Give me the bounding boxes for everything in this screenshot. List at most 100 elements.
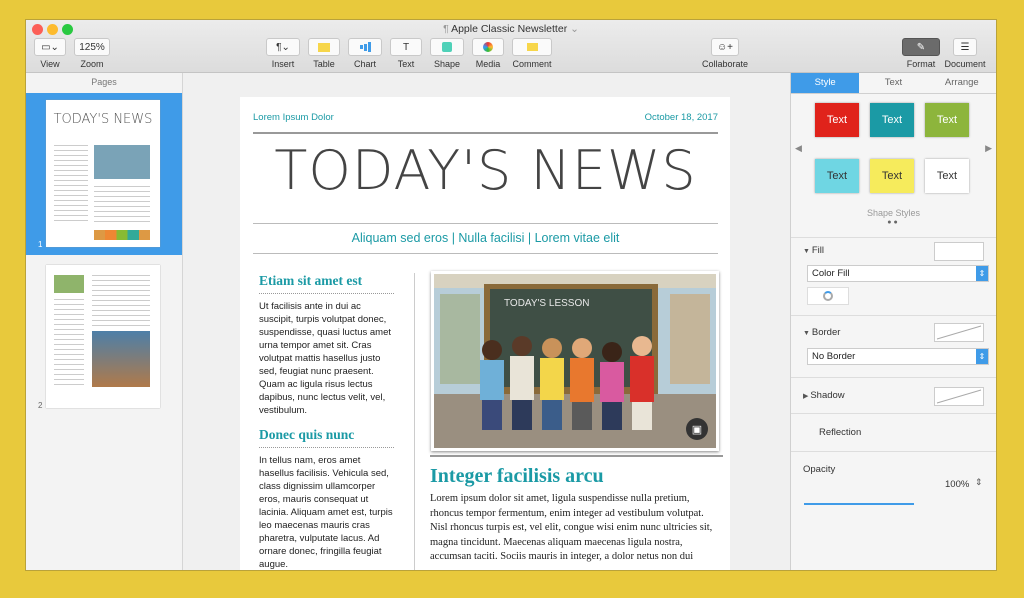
thumb-text-lines [94, 186, 150, 226]
dotted-rule [259, 447, 394, 448]
section-body[interactable]: Ut facilisis ante in dui ac suscipit, tu… [259, 300, 394, 417]
format-button[interactable]: ✎ Format [902, 38, 940, 69]
classroom-photo[interactable]: TODAY'S LESSON ▣ [431, 271, 719, 451]
chevron-left-icon[interactable]: ◀ [795, 143, 802, 154]
fill-disclosure[interactable]: ▼ Fill [803, 245, 824, 256]
collaborate-button[interactable]: ☺+ Collaborate [702, 38, 748, 69]
feature-heading[interactable]: Integer facilisis arcu [430, 455, 723, 488]
header-left-text[interactable]: Lorem Ipsum Dolor [253, 112, 334, 123]
thumb-photo [94, 145, 150, 179]
right-column[interactable]: Integer facilisis arcu Lorem ipsum dolor… [430, 453, 723, 565]
color-wheel-icon [823, 291, 833, 301]
thumb-text-lines [92, 275, 150, 327]
tab-text[interactable]: Text [859, 73, 927, 93]
divider [791, 377, 996, 378]
document-canvas[interactable]: Lorem Ipsum Dolor October 18, 2017 TODAY… [183, 73, 790, 570]
shape-button[interactable]: Shape [430, 38, 464, 69]
left-column[interactable]: Etiam sit amet est Ut facilisis ante in … [259, 273, 394, 570]
divider [791, 315, 996, 316]
thumb-photo [54, 275, 84, 293]
section-heading[interactable]: Donec quis nunc [259, 427, 394, 443]
document-page[interactable]: Lorem Ipsum Dolor October 18, 2017 TODAY… [240, 97, 730, 570]
paintbrush-icon: ✎ [902, 38, 940, 56]
tab-style[interactable]: Style [791, 73, 860, 93]
inspector-tabs: Style Text Arrange [791, 73, 996, 94]
sidebar-icon: ▭⌄ [34, 38, 66, 56]
chart-icon [348, 38, 382, 56]
comment-button[interactable]: Comment [512, 38, 552, 69]
no-border-slash-icon [936, 325, 982, 340]
shape-style-swatch[interactable]: Text [870, 103, 914, 137]
header-rule [253, 132, 718, 134]
feature-body[interactable]: Lorem ipsum dolor sit amet, ligula suspe… [430, 492, 723, 565]
shape-style-swatch[interactable]: Text [815, 103, 859, 137]
thumb-text-lines [54, 299, 84, 389]
collaborate-icon: ☺+ [711, 38, 739, 56]
insert-button[interactable]: ¶⌄ Insert [266, 38, 300, 69]
page-thumbnail-2[interactable] [46, 265, 160, 408]
reflection-checkbox-label[interactable]: Reflection [819, 427, 861, 438]
shape-icon [430, 38, 464, 56]
fill-type-dropdown[interactable]: Color Fill ⇕ [807, 265, 989, 282]
triangle-down-icon: ▼ [803, 330, 812, 337]
pagination-dots[interactable]: ●● [791, 219, 996, 226]
chevron-right-icon[interactable]: ▶ [985, 143, 992, 154]
dropdown-arrows-icon: ⇕ [976, 349, 988, 364]
shape-style-swatch[interactable]: Text [815, 159, 859, 193]
image-icon[interactable]: ▣ [686, 418, 708, 440]
document-icon: ¶ [443, 23, 452, 35]
shape-styles-label: Shape Styles [866, 208, 921, 218]
tagline[interactable]: Aliquam sed eros | Nulla facilisi | Lore… [253, 231, 718, 245]
thumb-headline: TODAY'S NEWS [53, 112, 153, 127]
shape-style-swatch[interactable]: Text [925, 103, 969, 137]
chevron-down-icon: ⌄ [567, 23, 579, 35]
comment-icon [512, 38, 552, 56]
opacity-label: Opacity [803, 464, 836, 475]
window-title[interactable]: ¶ Apple Classic Newsletter ⌄ [26, 23, 996, 35]
divider [791, 451, 996, 452]
app-window: ¶ Apple Classic Newsletter ⌄ ▭⌄ View 125… [26, 20, 996, 570]
shape-style-swatch[interactable]: Text [925, 159, 969, 193]
border-type-dropdown[interactable]: No Border ⇕ [807, 348, 989, 365]
fill-color-well[interactable] [934, 242, 984, 261]
zoom-button[interactable]: 125% Zoom [74, 38, 110, 69]
chalkboard-text: TODAY'S LESSON [504, 298, 589, 309]
opacity-slider-fill [804, 503, 914, 505]
fill-color-picker[interactable] [807, 287, 849, 305]
divider [791, 413, 996, 414]
title-bar: ¶ Apple Classic Newsletter ⌄ ▭⌄ View 125… [26, 20, 996, 73]
thumb-photo [92, 331, 150, 387]
text-button[interactable]: T Text [390, 38, 422, 69]
page-number-2: 2 [38, 401, 43, 410]
table-button[interactable]: Table [308, 38, 340, 69]
document-panel-icon: ☰ [953, 38, 977, 56]
tab-arrange[interactable]: Arrange [928, 73, 996, 93]
sidebar-title: Pages [91, 77, 117, 87]
headline[interactable]: TODAY'S NEWS [253, 139, 718, 204]
document-button[interactable]: ☰ Document [942, 38, 988, 69]
format-inspector: Style Text Arrange ◀ ▶ Text Text Text Te… [790, 73, 996, 570]
header-date[interactable]: October 18, 2017 [645, 112, 718, 123]
section-heading[interactable]: Etiam sit amet est [259, 273, 394, 289]
page-thumbnails-sidebar: Pages TODAY'S NEWS 1 2 [26, 73, 183, 570]
view-button[interactable]: ▭⌄ View [34, 38, 66, 69]
triangle-down-icon: ▼ [803, 248, 812, 255]
border-disclosure[interactable]: ▼ Border [803, 327, 840, 338]
column-divider [414, 273, 415, 570]
page-thumbnail-1[interactable]: TODAY'S NEWS [46, 100, 160, 247]
shape-style-swatch[interactable]: Text [870, 159, 914, 193]
border-style-well[interactable] [934, 323, 984, 342]
shadow-disclosure[interactable]: ▶ Shadow [803, 390, 845, 401]
stepper-icon[interactable]: ⇕ [975, 477, 983, 488]
thumb-chart [94, 230, 150, 240]
paragraph-icon: ¶⌄ [266, 38, 300, 56]
media-button[interactable]: Media [472, 38, 504, 69]
opacity-slider[interactable] [804, 503, 914, 505]
dotted-rule [259, 293, 394, 294]
chart-button[interactable]: Chart [348, 38, 382, 69]
text-icon: T [390, 38, 422, 56]
section-body[interactable]: In tellus nam, eros amet hasellus facili… [259, 454, 394, 570]
shadow-style-well[interactable] [934, 387, 984, 406]
opacity-value[interactable]: 100% [945, 479, 969, 490]
classroom-photo-illustration: TODAY'S LESSON [434, 274, 716, 448]
